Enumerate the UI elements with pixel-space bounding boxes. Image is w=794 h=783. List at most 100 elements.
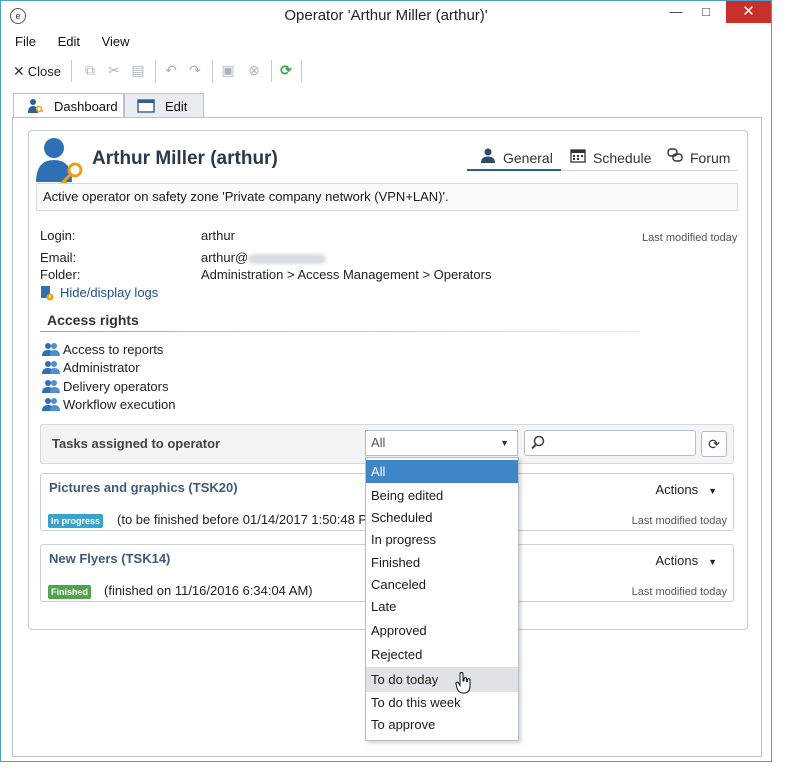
access-right-label: Delivery operators (63, 379, 169, 394)
hand-cursor-icon (455, 672, 471, 694)
filter-option-to-do-this-week[interactable]: To do this week (366, 691, 518, 714)
task-filter-value: All (371, 435, 386, 450)
task-last-modified: Last modified today (631, 586, 727, 598)
search-icon (531, 435, 545, 450)
hide-display-logs-link[interactable]: Hide/display logs (60, 285, 158, 300)
filter-option-to-do-today[interactable]: To do today (366, 667, 518, 692)
folder-label: Folder: (40, 267, 81, 282)
dashboard-icon (28, 99, 44, 113)
title-bar: e Operator 'Arthur Miller (arthur)' — □ … (1, 1, 771, 31)
menu-view[interactable]: View (102, 34, 130, 49)
login-label: Login: (40, 228, 76, 243)
close-button[interactable]: ✕ Close (13, 61, 61, 81)
task-title[interactable]: New Flyers (TSK14) (49, 551, 170, 566)
subtab-schedule-label: Schedule (593, 150, 652, 166)
chevron-down-icon: ▼ (500, 438, 509, 448)
filter-option-finished[interactable]: Finished (366, 551, 518, 574)
chevron-down-icon: ▼ (708, 557, 717, 567)
tab-dashboard-label: Dashboard (54, 99, 118, 114)
save-icon[interactable]: ▣ (219, 61, 237, 79)
task-actions-label: Actions (655, 553, 699, 568)
task-search-input[interactable] (524, 430, 696, 456)
group-icon (42, 398, 60, 411)
filter-option-being-edited[interactable]: Being edited (366, 484, 518, 507)
email-redacted (248, 253, 327, 264)
filter-option-all[interactable]: All (366, 460, 518, 483)
paste-icon[interactable]: ▤ (129, 61, 147, 79)
tab-edit[interactable]: Edit (124, 93, 204, 118)
tab-dashboard[interactable]: Dashboard (13, 93, 124, 120)
access-right-item: Access to reports (42, 342, 163, 358)
task-actions-button[interactable]: Actions ▼ (655, 553, 717, 568)
access-right-item: Workflow execution (42, 397, 175, 413)
task-status-text: (to be finished before 01/14/2017 1:50:4… (117, 512, 383, 527)
access-rights-title: Access rights (47, 312, 139, 328)
menu-file[interactable]: File (15, 34, 36, 49)
subtab-active-indicator (467, 169, 561, 171)
tab-edit-label: Edit (165, 99, 188, 114)
filter-option-approved[interactable]: Approved (366, 619, 518, 642)
minimize-button[interactable]: — (662, 1, 690, 23)
task-filter-select[interactable]: All ▼ (365, 430, 518, 456)
task-title[interactable]: Pictures and graphics (TSK20) (49, 480, 238, 495)
close-icon: ✕ (13, 63, 25, 79)
folder-value: Administration > Access Management > Ope… (201, 267, 492, 282)
subtab-forum[interactable]: Forum (666, 148, 730, 170)
access-right-label: Access to reports (63, 342, 164, 357)
subtab-schedule[interactable]: Schedule (569, 148, 651, 170)
filter-option-late[interactable]: Late (366, 595, 518, 618)
window-title: Operator 'Arthur Miller (arthur)' (284, 7, 488, 24)
toolbar: ✕ Close ⧉ ✂ ▤ ↶ ↷ ▣ ⊗ ⟳ (9, 58, 764, 84)
email-value: arthur@ (201, 250, 327, 265)
chevron-down-icon: ▼ (708, 486, 717, 496)
access-right-item: Delivery operators (42, 379, 169, 395)
access-right-item: Administrator (42, 360, 140, 376)
maximize-button[interactable]: □ (692, 1, 720, 23)
cut-icon[interactable]: ✂ (105, 61, 123, 79)
user-icon (479, 148, 497, 166)
tasks-refresh-button[interactable]: ⟳ (701, 431, 727, 457)
task-actions-label: Actions (655, 482, 699, 497)
task-actions-button[interactable]: Actions ▼ (655, 482, 717, 497)
forum-icon (666, 148, 684, 166)
access-right-label: Workflow execution (63, 397, 176, 412)
refresh-icon[interactable]: ⟳ (277, 61, 295, 79)
filter-option-to-approve[interactable]: To approve (366, 713, 518, 736)
access-right-label: Administrator (63, 360, 140, 375)
operator-avatar-icon (36, 138, 83, 186)
login-value: arthur (201, 228, 235, 243)
menu-edit[interactable]: Edit (58, 34, 80, 49)
cancel-icon[interactable]: ⊗ (245, 61, 263, 79)
tasks-title: Tasks assigned to operator (52, 436, 221, 451)
edit-window-icon (137, 99, 155, 113)
operator-last-modified: Last modified today (642, 232, 738, 244)
close-window-button[interactable]: ✕ (726, 1, 771, 23)
operator-name: Arthur Miller (arthur) (92, 148, 278, 169)
operator-description: Active operator on safety zone 'Private … (36, 183, 738, 211)
undo-icon[interactable]: ↶ (162, 61, 180, 79)
email-label: Email: (40, 250, 77, 265)
group-icon (42, 343, 60, 356)
filter-option-scheduled[interactable]: Scheduled (366, 506, 518, 529)
redo-icon[interactable]: ↷ (186, 61, 204, 79)
group-icon (42, 361, 60, 374)
task-last-modified: Last modified today (631, 515, 727, 527)
filter-option-rejected[interactable]: Rejected (366, 643, 518, 666)
group-icon (42, 380, 60, 393)
calendar-icon (569, 148, 587, 166)
subtab-forum-label: Forum (690, 150, 731, 166)
close-label: Close (27, 64, 61, 79)
status-badge: In progress (48, 514, 104, 528)
filter-option-canceled[interactable]: Canceled (366, 573, 518, 596)
status-badge: Finished (48, 585, 92, 599)
email-value-text: arthur@ (201, 250, 249, 265)
refresh-icon: ⟳ (708, 436, 720, 452)
filter-option-in-progress[interactable]: In progress (366, 528, 518, 551)
logs-icon (41, 286, 54, 301)
task-status-text: (finished on 11/16/2016 6:34:04 AM) (104, 583, 313, 598)
subtab-general[interactable]: General (479, 148, 553, 170)
task-filter-dropdown: All Being edited Scheduled In progress F… (365, 457, 519, 741)
subtab-general-label: General (503, 150, 553, 166)
menu-bar: File Edit View (9, 34, 142, 52)
copy-icon[interactable]: ⧉ (81, 61, 99, 79)
